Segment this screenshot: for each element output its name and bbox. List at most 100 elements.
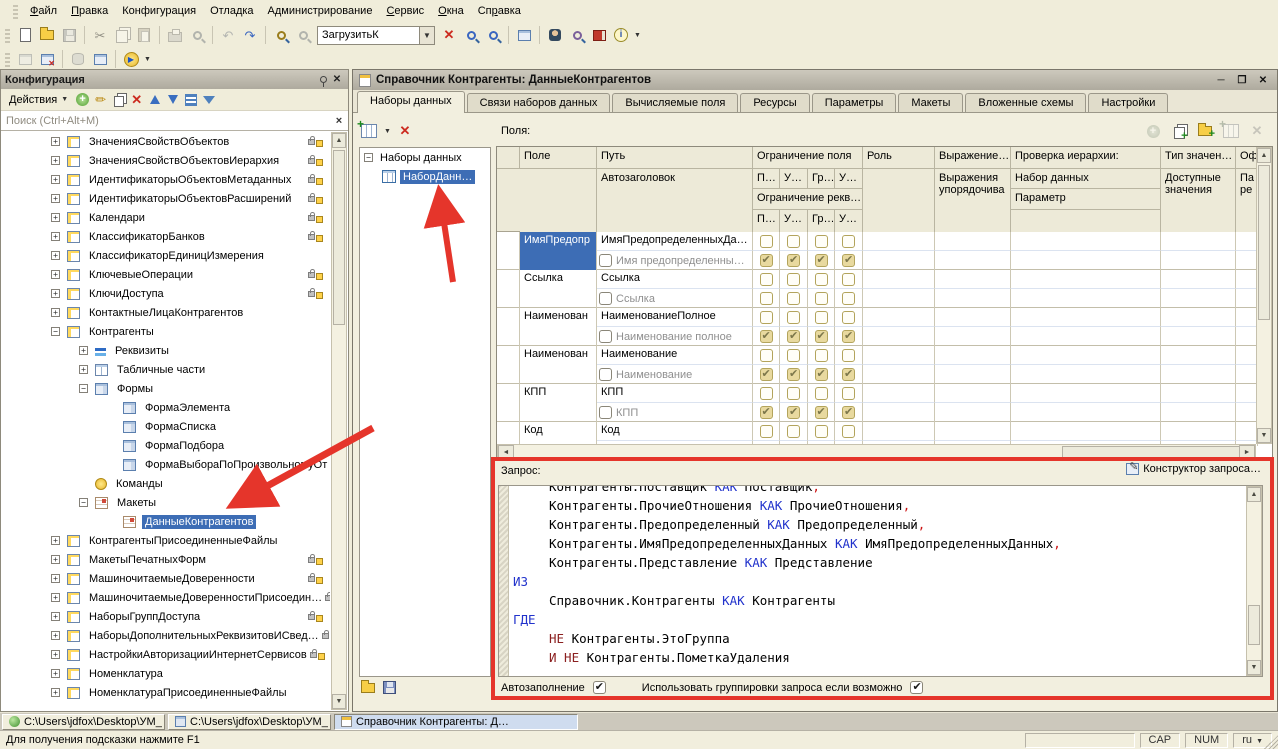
restriction-checkbox[interactable]: [842, 235, 855, 248]
hierarchy-cell[interactable]: [1011, 308, 1161, 327]
header-autotitle[interactable]: Автозаголовок: [597, 169, 753, 232]
tree-item[interactable]: +НоменклатураПрисоединенныеФайлы: [2, 683, 330, 702]
last-cell[interactable]: [1236, 232, 1258, 251]
tree-item[interactable]: −Формы: [2, 379, 330, 398]
clear-search-icon[interactable]: ✕: [439, 25, 459, 45]
expand-icon[interactable]: +: [51, 574, 60, 583]
run-debug-icon[interactable]: ▶: [121, 49, 141, 69]
restriction-checkbox[interactable]: [815, 235, 828, 248]
expand-icon[interactable]: +: [51, 213, 60, 222]
edit-pencil-icon[interactable]: ✏: [93, 92, 108, 107]
restriction-cell[interactable]: [835, 308, 863, 327]
path-cell[interactable]: ИмяПредопределенныхДа…: [597, 232, 753, 251]
restriction-checkbox[interactable]: [842, 387, 855, 400]
tree-item[interactable]: ФормаЭлемента: [2, 398, 330, 417]
taskbar-item[interactable]: Справочник Контрагенты: Д…: [334, 714, 578, 730]
restriction-checkbox[interactable]: [760, 311, 773, 324]
restriction-checkbox[interactable]: [842, 349, 855, 362]
restriction-cell[interactable]: [753, 270, 780, 289]
restriction-cell[interactable]: [780, 232, 808, 251]
row-grip-cell[interactable]: [497, 232, 520, 270]
info-icon[interactable]: i: [611, 25, 631, 45]
attr-restriction-checkbox[interactable]: [842, 406, 855, 419]
delete-dataset-icon[interactable]: ✕: [395, 121, 415, 141]
add-dataset-caret[interactable]: ▼: [384, 128, 391, 135]
last-cell[interactable]: [1236, 346, 1258, 365]
restriction-cell[interactable]: [753, 422, 780, 441]
form-constructor-icon[interactable]: [90, 49, 110, 69]
attr-restriction-checkbox[interactable]: [787, 292, 800, 305]
query-text-editor[interactable]: Контрагенты.Поставщик КАК Поставщик,Конт…: [498, 485, 1263, 677]
attr-restriction-checkbox[interactable]: [760, 330, 773, 343]
row-grip-cell[interactable]: [497, 308, 520, 346]
restriction-cell[interactable]: [808, 308, 835, 327]
scroll-thumb[interactable]: [1248, 605, 1260, 645]
restriction-cell[interactable]: [835, 384, 863, 403]
attr-restriction-cell[interactable]: [835, 365, 863, 384]
grouping-checkbox[interactable]: [910, 681, 923, 694]
path-cell[interactable]: Наименование: [597, 346, 753, 365]
header-restrict-col[interactable]: У…: [780, 210, 808, 232]
restriction-checkbox[interactable]: [787, 311, 800, 324]
hierarchy-cell[interactable]: [1011, 346, 1161, 365]
tab-Связи наборов данных[interactable]: Связи наборов данных: [467, 93, 611, 112]
scroll-up-icon[interactable]: ▲: [1247, 487, 1261, 502]
expand-icon[interactable]: +: [51, 156, 60, 165]
restore-icon[interactable]: ❐: [1234, 75, 1250, 86]
restriction-checkbox[interactable]: [815, 273, 828, 286]
dataset-item[interactable]: НаборДанн…: [360, 167, 490, 186]
scroll-down-icon[interactable]: ▼: [332, 694, 346, 709]
tree-item[interactable]: ФормаВыбораПоПроизвольномуОт: [2, 455, 330, 474]
row-grip-cell[interactable]: [497, 384, 520, 422]
attr-restriction-cell[interactable]: [835, 251, 863, 270]
header-last-sub[interactable]: Па ре: [1236, 169, 1258, 232]
header-expression[interactable]: Выражение…: [935, 147, 1011, 169]
attr-restriction-cell[interactable]: [808, 251, 835, 270]
table-row[interactable]: НаименованНаименованиеНаименование: [497, 346, 1258, 384]
attr-restriction-cell[interactable]: [808, 403, 835, 422]
autotitle-cell[interactable]: Наименование полное: [597, 327, 753, 346]
attr-restriction-checkbox[interactable]: [760, 406, 773, 419]
hierarchy-cell[interactable]: [1011, 384, 1161, 403]
toolbar-drag-handle[interactable]: [5, 27, 10, 43]
delete-icon[interactable]: ✕: [129, 92, 144, 107]
tree-item[interactable]: +ЗначенияСвойствОбъектов: [2, 132, 330, 151]
last-cell[interactable]: [1236, 365, 1258, 384]
expand-icon[interactable]: +: [51, 289, 60, 298]
attr-restriction-cell[interactable]: [835, 327, 863, 346]
attr-restriction-checkbox[interactable]: [760, 254, 773, 267]
restriction-checkbox[interactable]: [787, 387, 800, 400]
table-horizontal-scrollbar[interactable]: ◄ ►: [497, 444, 1256, 460]
tab-Параметры[interactable]: Параметры: [812, 93, 897, 112]
header-type-sub[interactable]: Доступные значения: [1161, 169, 1236, 232]
restriction-checkbox[interactable]: [815, 387, 828, 400]
attr-restriction-checkbox[interactable]: [815, 406, 828, 419]
autotitle-cell[interactable]: Наименование: [597, 365, 753, 384]
tree-item[interactable]: +НаборыГруппДоступа: [2, 607, 330, 626]
windows-icon[interactable]: [514, 25, 534, 45]
hierarchy-cell[interactable]: [1011, 365, 1161, 384]
table-row[interactable]: КодКодКод: [497, 422, 1258, 446]
autotitle-cell[interactable]: Ссылка: [597, 289, 753, 308]
restriction-cell[interactable]: [780, 270, 808, 289]
attr-restriction-cell[interactable]: [753, 251, 780, 270]
last-cell[interactable]: [1236, 251, 1258, 270]
menu-Сервис[interactable]: Сервис: [379, 2, 431, 20]
help-search-icon[interactable]: [567, 25, 587, 45]
autotitle-checkbox[interactable]: [599, 330, 612, 343]
header-last[interactable]: Оф: [1236, 147, 1258, 169]
restriction-checkbox[interactable]: [760, 425, 773, 438]
find-icon[interactable]: [293, 25, 313, 45]
window-titlebar[interactable]: Справочник Контрагенты: ДанныеКонтрагент…: [353, 70, 1277, 90]
restriction-cell[interactable]: [780, 422, 808, 441]
restriction-checkbox[interactable]: [760, 273, 773, 286]
field-cell[interactable]: Код: [520, 422, 597, 446]
close-window-icon[interactable]: ✕: [37, 49, 57, 69]
save-icon[interactable]: [59, 25, 79, 45]
attr-restriction-cell[interactable]: [753, 327, 780, 346]
toolbar-overflow-caret[interactable]: ▼: [634, 32, 641, 39]
header-hier-parameter[interactable]: Параметр: [1011, 189, 1161, 210]
role-cell[interactable]: [863, 251, 935, 270]
tree-item[interactable]: +КонтрагентыПрисоединенныеФайлы: [2, 531, 330, 550]
expand-icon[interactable]: +: [51, 669, 60, 678]
